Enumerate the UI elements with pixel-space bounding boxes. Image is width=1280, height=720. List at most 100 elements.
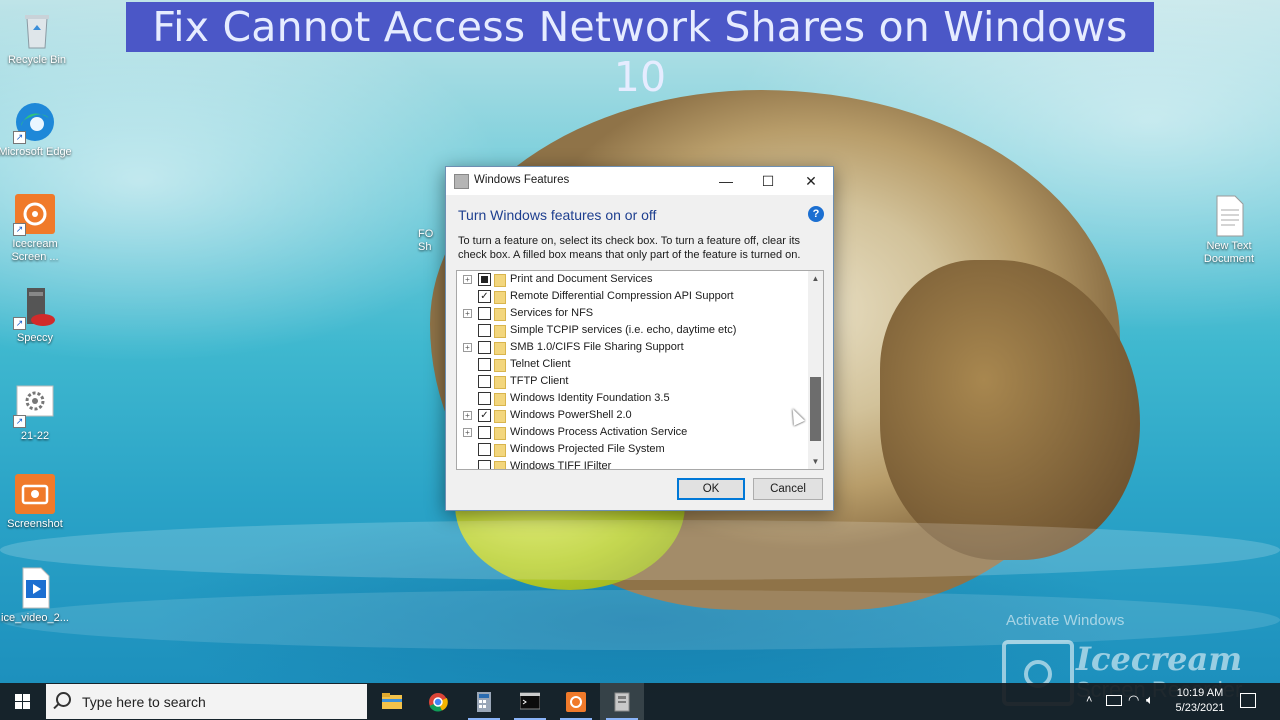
desktop-icon-label: Microsoft Edge — [0, 146, 72, 158]
desktop-icon-screenshot[interactable]: Screenshot — [0, 472, 72, 531]
search-icon — [56, 692, 71, 707]
feature-row[interactable]: TFTP Client — [457, 373, 807, 390]
expand-icon[interactable]: + — [463, 428, 472, 437]
feature-label: Windows Identity Foundation 3.5 — [510, 392, 670, 404]
taskbar-app-terminal[interactable] — [508, 683, 552, 720]
feature-checkbox[interactable] — [478, 273, 491, 286]
expand-icon[interactable]: + — [463, 309, 472, 318]
taskbar-search-box[interactable]: Type here to search — [46, 684, 367, 719]
clock-time: 10:19 AM — [1176, 687, 1224, 699]
feature-label: Services for NFS — [510, 307, 594, 319]
ok-button[interactable]: OK — [677, 478, 745, 500]
feature-checkbox[interactable] — [478, 324, 491, 337]
feature-row[interactable]: Simple TCPIP services (i.e. echo, daytim… — [457, 322, 807, 339]
dialog-description: To turn a feature on, select its check b… — [458, 235, 801, 261]
dialog-titlebar[interactable]: Windows Features — ☐ ✕ — [446, 167, 833, 195]
shortcut-arrow-icon: ↗ — [13, 317, 26, 330]
folder-icon — [494, 359, 506, 372]
taskbar-app-calculator[interactable] — [462, 683, 506, 720]
feature-checkbox[interactable] — [478, 392, 491, 405]
chevron-up-icon[interactable]: ˄ — [1086, 694, 1092, 706]
feature-label: Windows PowerShell 2.0 — [510, 409, 632, 421]
feature-row[interactable]: + SMB 1.0/CIFS File Sharing Support — [457, 339, 807, 356]
feature-row[interactable]: Windows Projected File System — [457, 441, 807, 458]
taskbar-app-windows-features[interactable] — [600, 683, 644, 720]
feature-checkbox[interactable] — [478, 460, 491, 469]
dialog-title: Windows Features — [474, 174, 570, 186]
desktop-icon-new-text-document[interactable]: New Text Document — [1192, 194, 1266, 266]
feature-row[interactable]: Windows TIFF IFilter — [457, 458, 807, 469]
feature-row[interactable]: Windows Identity Foundation 3.5 — [457, 390, 807, 407]
feature-checkbox[interactable] — [478, 375, 491, 388]
feature-label: Windows Process Activation Service — [510, 426, 688, 438]
feature-row[interactable]: Telnet Client — [457, 356, 807, 373]
desktop-icon-recycle-bin[interactable]: Recycle Bin — [0, 8, 74, 67]
feature-checkbox[interactable] — [478, 426, 491, 439]
desktop-icon-21-22[interactable]: ↗ 21-22 — [0, 384, 72, 443]
scroll-down-icon[interactable]: ▼ — [808, 454, 823, 469]
expand-icon[interactable]: + — [463, 275, 472, 284]
feature-label: Telnet Client — [510, 358, 571, 370]
folder-icon — [494, 427, 506, 440]
expand-icon[interactable]: + — [463, 343, 472, 352]
features-tree[interactable]: + Print and Document Services ✓ Remote Diff… — [456, 270, 824, 470]
feature-checkbox[interactable] — [478, 341, 491, 354]
feature-row[interactable]: + Services for NFS — [457, 305, 807, 322]
tree-scrollbar[interactable]: ▲ ▼ — [808, 271, 823, 469]
feature-checkbox[interactable] — [478, 307, 491, 320]
desktop-icon-partially-hidden[interactable]: FO Sh — [418, 228, 448, 254]
close-button[interactable]: ✕ — [789, 167, 833, 195]
maximize-button[interactable]: ☐ — [746, 167, 790, 195]
feature-label: SMB 1.0/CIFS File Sharing Support — [510, 341, 684, 353]
feature-label: TFTP Client — [510, 375, 569, 387]
watermark-brand: Icecream — [1076, 640, 1243, 678]
scroll-thumb[interactable] — [810, 377, 821, 441]
feature-row[interactable]: + Print and Document Services — [457, 271, 807, 288]
scroll-up-icon[interactable]: ▲ — [808, 271, 823, 286]
recycle-bin-icon — [15, 8, 59, 52]
feature-checkbox[interactable]: ✓ — [478, 290, 491, 303]
minimize-button[interactable]: — — [704, 167, 748, 195]
cancel-button[interactable]: Cancel — [753, 478, 823, 500]
taskbar-app-chrome[interactable] — [416, 683, 460, 720]
desktop-icon-label: Speccy — [16, 332, 54, 344]
icecream-recorder-icon: ↗ — [13, 192, 57, 236]
feature-row[interactable]: ✓ Remote Differential Compression API Sup… — [457, 288, 807, 305]
help-icon[interactable]: ? — [808, 206, 824, 222]
search-placeholder: Type here to search — [82, 694, 206, 710]
taskbar-clock[interactable]: 10:19 AM 5/23/2021 — [1168, 686, 1232, 716]
start-button[interactable] — [0, 683, 45, 720]
folder-icon — [494, 342, 506, 355]
taskbar-app-icecream-recorder[interactable] — [554, 683, 598, 720]
desktop-icon-label: Icecream Screen ... — [11, 238, 59, 263]
desktop-icon-edge[interactable]: ↗ Microsoft Edge — [0, 100, 72, 159]
folder-icon — [494, 325, 506, 338]
network-icon[interactable]: ◠ — [1128, 692, 1139, 708]
feature-row[interactable]: + Windows Process Activation Service — [457, 424, 807, 441]
file-explorer-icon — [382, 692, 402, 710]
desktop-icon-icecream-recorder[interactable]: ↗ Icecream Screen ... — [0, 192, 72, 264]
taskbar-app-file-explorer[interactable] — [370, 683, 414, 720]
folder-icon — [494, 376, 506, 389]
desktop-icon-label: Screenshot — [7, 518, 63, 530]
volume-icon[interactable]: 🔈︎ — [1146, 692, 1154, 708]
desktop-icon-label: 21-22 — [20, 430, 50, 442]
folder-icon — [494, 461, 506, 469]
expand-icon[interactable]: + — [463, 411, 472, 420]
feature-checkbox[interactable]: ✓ — [478, 409, 491, 422]
battery-icon[interactable] — [1106, 695, 1122, 706]
taskbar: Type here to search ˄ ◠ 🔈︎ 10:19 AM 5/23… — [0, 683, 1280, 720]
wallpaper-ripple — [0, 520, 1280, 580]
desktop-icon-speccy[interactable]: ↗ Speccy — [0, 286, 72, 345]
feature-checkbox[interactable] — [478, 358, 491, 371]
video-title-banner: Fix Cannot Access Network Shares on Wind… — [126, 2, 1154, 101]
feature-row[interactable]: + ✓ Windows PowerShell 2.0 — [457, 407, 807, 424]
desktop-icon-ice-video[interactable]: ice_video_2... — [0, 566, 72, 625]
feature-checkbox[interactable] — [478, 443, 491, 456]
notifications-icon[interactable] — [1240, 693, 1256, 708]
camera-icon — [13, 472, 57, 516]
shortcut-arrow-icon: ↗ — [13, 415, 26, 428]
windows-features-dialog: Windows Features — ☐ ✕ Turn Windows feat… — [445, 166, 834, 511]
desktop-icon-label: ice_video_2... — [1, 612, 69, 624]
video-file-icon — [13, 566, 57, 610]
